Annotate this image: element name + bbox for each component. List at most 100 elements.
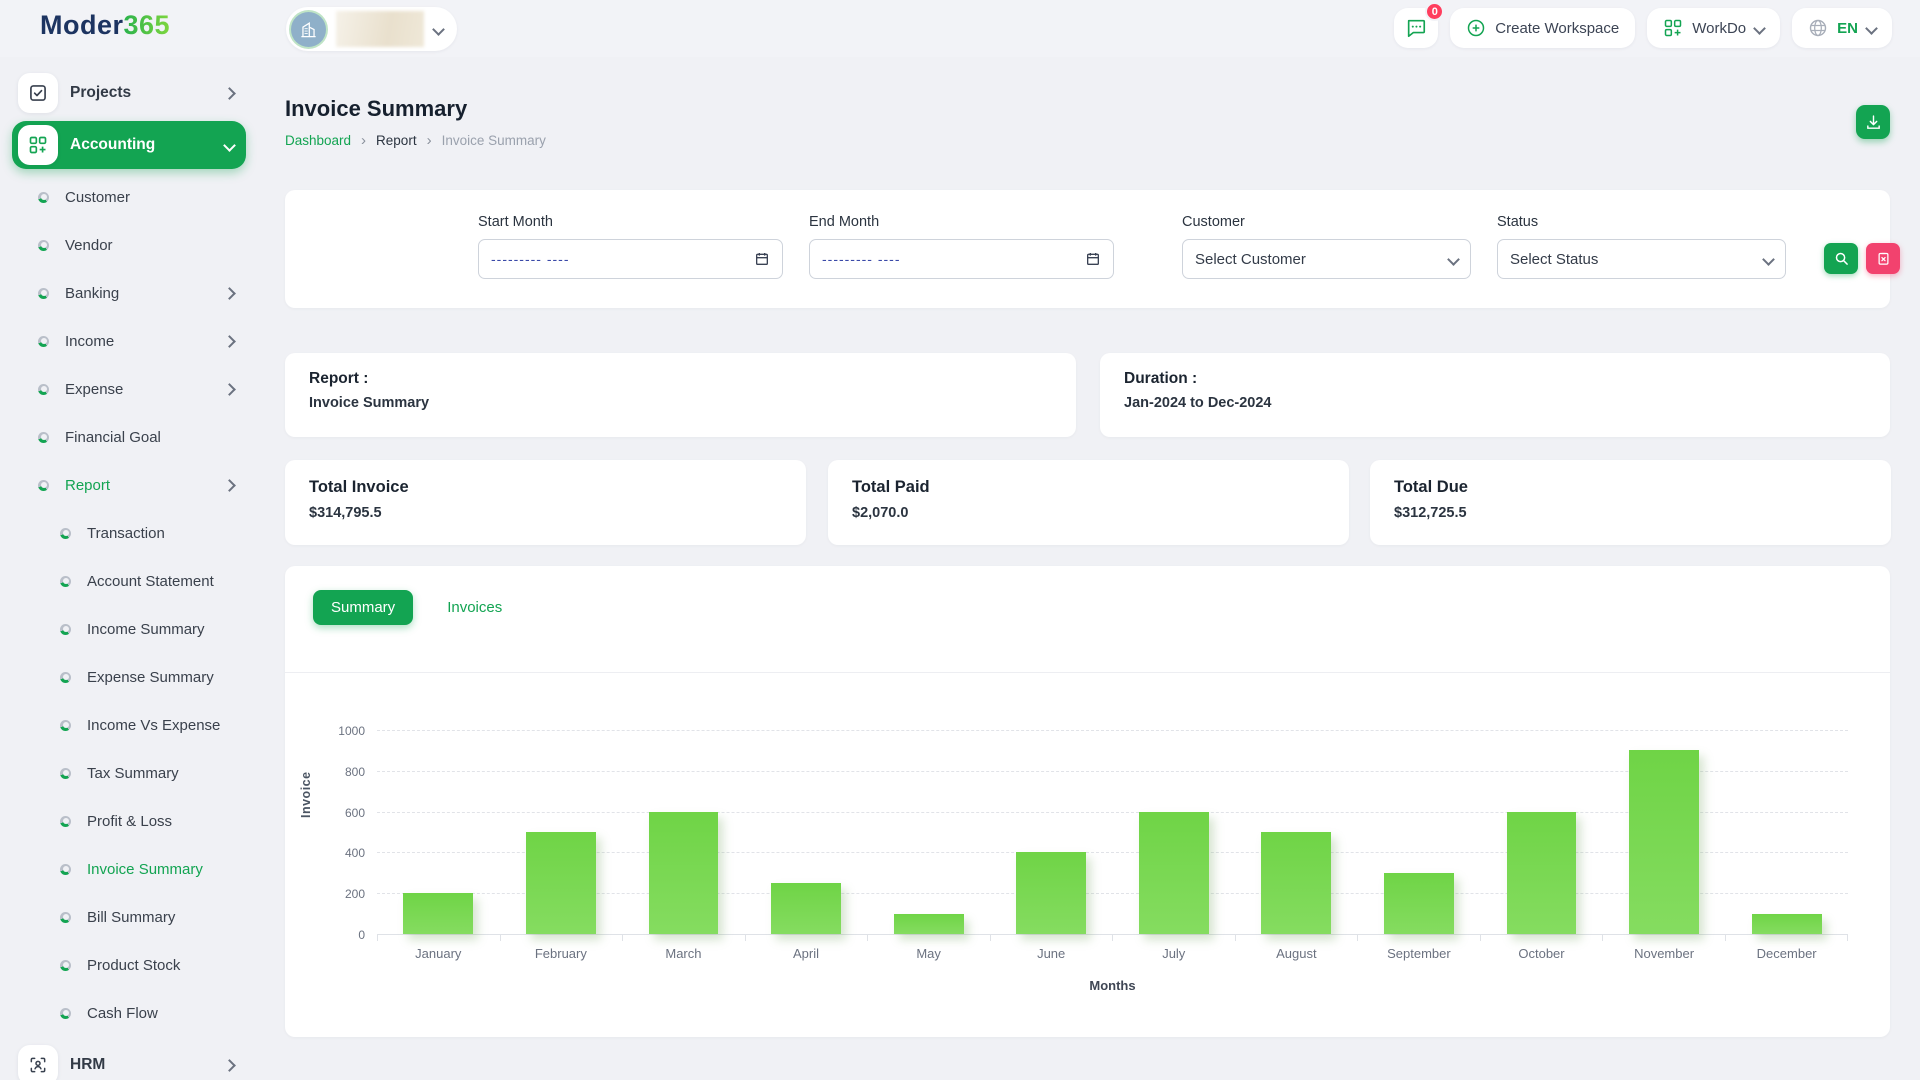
sidebar-item-income-summary[interactable]: Income Summary [0,605,258,653]
duration-value: Jan-2024 to Dec-2024 [1124,395,1272,411]
customer-select[interactable]: Select Customer [1182,239,1471,279]
bullet-icon [60,959,71,971]
sidebar-item-expense-summary[interactable]: Expense Summary [0,653,258,701]
bar-august [1261,832,1332,934]
x-tickmark [1113,934,1236,941]
x-tick-label: July [1162,946,1186,961]
create-workspace-button[interactable]: Create Workspace [1450,8,1636,48]
bullet-icon [38,431,49,443]
x-tick-label: October [1518,946,1565,961]
x-axis-labels: January February March April May June July Augu… [377,946,1848,961]
sidebar-item-account-statement[interactable]: Account Statement [0,557,258,605]
sidebar-item-bill-summary[interactable]: Bill Summary [0,893,258,941]
sidebar-item-label: Profit & Loss [87,812,173,830]
bar-november [1629,750,1699,934]
company-switcher[interactable] [286,7,457,51]
sidebar-item-income-vs-expense[interactable]: Income Vs Expense [0,701,258,749]
bar-july [1138,811,1209,934]
x-tickmark [623,934,746,941]
reset-filter-button[interactable] [1866,243,1900,274]
breadcrumb-report-link[interactable]: Report [376,133,417,148]
chat-icon [1408,19,1426,38]
bullet-icon [60,527,71,539]
sidebar-item-profit-loss[interactable]: Profit & Loss [0,797,258,845]
bar-column [745,730,868,934]
tab-invoices[interactable]: Invoices [429,590,520,625]
report-info-card: Report : Invoice Summary [285,353,1076,437]
bullet-icon [60,815,71,827]
sidebar-item-label: Income Summary [87,620,205,638]
y-tick-label: 400 [344,846,365,861]
bar-column [1603,730,1726,934]
y-tick-label: 0 [358,928,365,942]
total-due-label: Total Due [1394,478,1468,496]
bullet-icon [60,575,71,587]
company-avatar [291,11,326,47]
sidebar-item-label: Financial Goal [65,428,161,446]
chevron-down-icon [432,22,445,36]
sidebar-item-cash-flow[interactable]: Cash Flow [0,989,258,1037]
x-tickmark [1726,934,1848,941]
bar-column [500,730,623,934]
create-workspace-label: Create Workspace [1495,19,1620,37]
x-tickmark [1603,934,1726,941]
sidebar-item-label: Accounting [70,136,156,153]
report-heading: Report : [309,370,369,387]
download-report-button[interactable] [1856,105,1890,139]
sidebar-item-financial-goal[interactable]: Financial Goal [0,413,258,461]
status-select[interactable]: Select Status [1497,239,1786,279]
sidebar-item-projects[interactable]: Projects [12,69,246,117]
sidebar-item-product-stock[interactable]: Product Stock [0,941,258,989]
search-icon [1835,252,1848,265]
tab-summary[interactable]: Summary [313,590,414,625]
app-logo[interactable]: Moder365 [40,10,170,41]
plus-circle-icon [1468,19,1485,37]
sidebar-item-customer[interactable]: Customer [0,173,258,221]
sidebar-item-income[interactable]: Income [0,317,258,365]
sidebar-item-label: Income Vs Expense [87,716,221,734]
end-month-input[interactable]: --------- ---- [809,239,1114,279]
apply-filter-button[interactable] [1824,243,1858,274]
x-tick-label: September [1387,946,1451,961]
sidebar-item-label: Report [65,476,111,494]
chevron-right-icon [223,286,236,300]
sidebar-item-accounting[interactable]: Accounting [12,121,246,169]
x-axis-title: Months [1089,978,1136,993]
report-value: Invoice Summary [309,395,430,411]
bar-march [648,811,719,934]
workdo-menu-button[interactable]: WorkDo [1647,8,1781,48]
bar-column [867,730,990,934]
divider [285,672,1890,673]
language-selector[interactable]: EN [1792,8,1892,48]
clipboard-cross-icon [1878,252,1888,265]
start-month-input[interactable]: --------- ---- [478,239,783,279]
sidebar-item-tax-summary[interactable]: Tax Summary [0,749,258,797]
filter-panel: Start Month --------- ---- End Month ---… [285,190,1900,308]
bar-column [990,730,1113,934]
sidebar-item-transaction[interactable]: Transaction [0,509,258,557]
sidebar-item-label: Transaction [87,524,165,542]
bullet-icon [60,719,71,731]
duration-heading: Duration : [1124,370,1198,387]
sidebar-item-vendor[interactable]: Vendor [0,221,258,269]
sidebar-item-report[interactable]: Report [0,461,258,509]
x-tickmark [501,934,623,941]
sidebar-item-label: Tax Summary [87,764,179,782]
sidebar-item-expense[interactable]: Expense [0,365,258,413]
bullet-icon [38,479,49,491]
x-tick-label: June [1037,946,1066,961]
bar-january [403,893,474,934]
x-tickmark [1358,934,1481,941]
messages-button[interactable]: 0 [1394,2,1445,48]
bullet-icon [60,911,71,923]
sidebar-item-hrm[interactable]: HRM [12,1041,246,1080]
sidebar-item-invoice-summary[interactable]: Invoice Summary [0,845,258,893]
breadcrumb-separator-icon: › [361,132,367,149]
bullet-icon [38,191,49,203]
bar-october [1506,811,1577,934]
sidebar-item-banking[interactable]: Banking [0,269,258,317]
x-tickmark [377,934,501,941]
user-scan-icon [30,1057,46,1073]
breadcrumb-dashboard-link[interactable]: Dashboard [285,133,351,148]
status-selected-value: Select Status [1510,250,1599,268]
